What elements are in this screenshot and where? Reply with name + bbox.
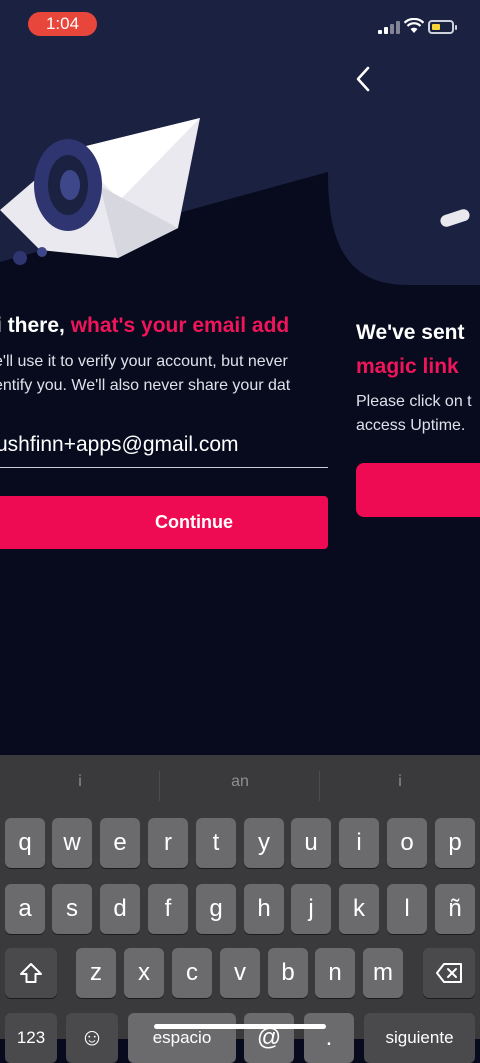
email-prompt-title: i there, what's your email add bbox=[0, 314, 290, 337]
back-chevron-icon[interactable] bbox=[348, 62, 380, 96]
suggestion-1[interactable]: i bbox=[0, 773, 160, 791]
key-v[interactable]: v bbox=[220, 948, 260, 998]
at-key[interactable]: @ bbox=[244, 1013, 294, 1063]
keyboard: i an i q w e r t y u i o p a s d f g h j… bbox=[0, 755, 480, 1063]
suggestion-3[interactable]: i bbox=[320, 773, 480, 791]
battery-icon bbox=[428, 20, 457, 34]
numbers-key[interactable]: 123 bbox=[5, 1013, 57, 1063]
key-ntilde[interactable]: ñ bbox=[435, 884, 475, 934]
magic-link-description: Please click on t access Uptime. bbox=[356, 393, 472, 434]
next-key[interactable]: siguiente bbox=[364, 1013, 475, 1063]
suggestion-2[interactable]: an bbox=[160, 773, 320, 791]
key-n[interactable]: n bbox=[315, 948, 355, 998]
key-b[interactable]: b bbox=[268, 948, 308, 998]
key-q[interactable]: q bbox=[5, 818, 45, 868]
key-x[interactable]: x bbox=[124, 948, 164, 998]
key-a[interactable]: a bbox=[5, 884, 45, 934]
status-time: 1:04 bbox=[28, 12, 97, 36]
key-l[interactable]: l bbox=[387, 884, 427, 934]
key-k[interactable]: k bbox=[339, 884, 379, 934]
email-prompt-description: e'll use it to verify your account, but … bbox=[0, 353, 291, 394]
key-c[interactable]: c bbox=[172, 948, 212, 998]
key-g[interactable]: g bbox=[196, 884, 236, 934]
key-e[interactable]: e bbox=[100, 818, 140, 868]
dot-key[interactable]: . bbox=[304, 1013, 354, 1063]
key-h[interactable]: h bbox=[244, 884, 284, 934]
status-bar: 1:04 bbox=[0, 0, 480, 48]
shift-key[interactable] bbox=[5, 948, 57, 998]
key-m[interactable]: m bbox=[363, 948, 403, 998]
magic-link-title: We've sent magic link bbox=[356, 321, 465, 378]
key-j[interactable]: j bbox=[291, 884, 331, 934]
space-key[interactable]: espacio bbox=[128, 1013, 236, 1063]
key-w[interactable]: w bbox=[52, 818, 92, 868]
header-curve bbox=[328, 175, 480, 285]
backspace-icon bbox=[436, 963, 462, 983]
key-r[interactable]: r bbox=[148, 818, 188, 868]
key-p[interactable]: p bbox=[435, 818, 475, 868]
home-indicator bbox=[154, 1024, 326, 1029]
key-i[interactable]: i bbox=[339, 818, 379, 868]
continue-button[interactable]: Continue bbox=[0, 496, 328, 549]
shift-icon bbox=[20, 963, 42, 983]
key-f[interactable]: f bbox=[148, 884, 188, 934]
email-field[interactable]: ushfinn+apps@gmail.com bbox=[0, 430, 328, 468]
email-entry-slide: i there, what's your email add e'll use … bbox=[0, 0, 328, 560]
suggestion-bar: i an i bbox=[0, 755, 480, 815]
wifi-icon bbox=[404, 18, 424, 33]
key-o[interactable]: o bbox=[387, 818, 427, 868]
emoji-icon: ☺ bbox=[79, 1024, 105, 1051]
key-y[interactable]: y bbox=[244, 818, 284, 868]
backspace-key[interactable] bbox=[423, 948, 475, 998]
key-t[interactable]: t bbox=[196, 818, 236, 868]
emoji-key[interactable]: ☺ bbox=[66, 1013, 118, 1063]
key-u[interactable]: u bbox=[291, 818, 331, 868]
key-d[interactable]: d bbox=[100, 884, 140, 934]
key-z[interactable]: z bbox=[76, 948, 116, 998]
key-s[interactable]: s bbox=[52, 884, 92, 934]
magic-link-button[interactable] bbox=[356, 463, 480, 517]
